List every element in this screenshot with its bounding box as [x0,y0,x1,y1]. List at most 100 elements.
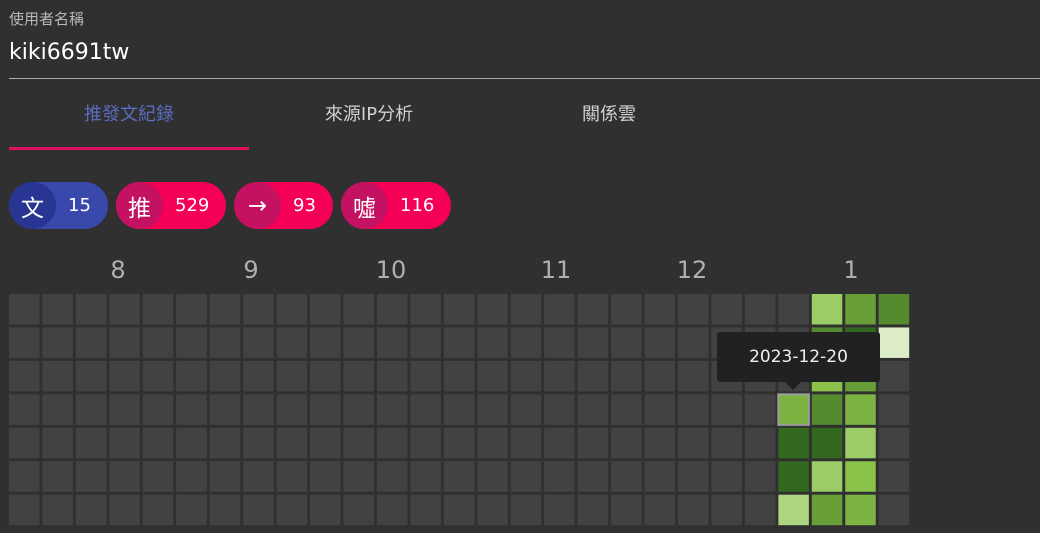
heatmap-cell[interactable] [443,327,475,358]
heatmap-cell[interactable] [477,294,508,325]
heatmap-cell[interactable] [376,327,408,358]
heatmap-cell[interactable] [376,494,408,526]
heatmap-cell[interactable] [109,360,140,392]
heatmap-cell[interactable] [75,494,107,526]
heatmap-cell[interactable] [142,394,174,425]
heatmap-cell[interactable] [678,394,709,425]
heatmap-cell[interactable] [510,494,542,526]
heatmap-cell[interactable] [109,394,140,425]
heatmap-cell[interactable] [9,427,40,459]
heatmap-cell[interactable] [611,327,642,358]
heatmap-cell[interactable] [376,461,408,492]
heatmap-cell[interactable] [142,327,174,358]
heatmap-cell[interactable] [510,360,542,392]
heatmap-cell[interactable] [209,360,241,392]
heatmap-cell[interactable] [443,494,475,526]
heatmap-cell[interactable] [176,294,207,325]
heatmap-cell[interactable] [243,394,274,425]
heatmap-cell[interactable] [744,427,776,459]
heatmap-cell[interactable] [744,494,776,526]
heatmap-cell[interactable] [845,461,876,492]
heatmap-cell[interactable] [443,394,475,425]
heatmap-cell[interactable] [644,294,676,325]
heatmap-cell[interactable] [410,494,441,526]
heatmap-cell[interactable] [777,393,810,426]
heatmap-cell[interactable] [878,360,910,392]
heatmap-cell[interactable] [109,327,140,358]
heatmap-cell[interactable] [310,294,341,325]
heatmap-cell[interactable] [744,394,776,425]
heatmap-cell[interactable] [276,427,308,459]
username-input[interactable]: kiki6691tw [9,40,129,65]
heatmap-cell[interactable] [544,494,575,526]
heatmap-cell[interactable] [477,394,508,425]
heatmap-cell[interactable] [644,327,676,358]
heatmap-cell[interactable] [276,394,308,425]
heatmap-cell[interactable] [276,360,308,392]
heatmap-cell[interactable] [443,461,475,492]
heatmap-cell[interactable] [678,360,709,392]
heatmap-cell[interactable] [142,461,174,492]
heatmap-cell[interactable] [510,294,542,325]
heatmap-cell[interactable] [410,394,441,425]
heatmap-cell[interactable] [209,494,241,526]
heatmap-cell[interactable] [611,394,642,425]
heatmap-cell[interactable] [544,461,575,492]
heatmap-cell[interactable] [176,360,207,392]
heatmap-cell[interactable] [243,327,274,358]
heatmap-cell[interactable] [510,394,542,425]
heatmap-cell[interactable] [577,294,609,325]
heatmap-cell[interactable] [376,394,408,425]
heatmap-cell[interactable] [209,327,241,358]
heatmap-cell[interactable] [142,360,174,392]
heatmap-cell[interactable] [845,494,876,526]
heatmap-cell[interactable] [243,360,274,392]
heatmap-cell[interactable] [477,360,508,392]
heatmap-cell[interactable] [9,327,40,358]
heatmap-cell[interactable] [243,461,274,492]
heatmap-cell[interactable] [276,294,308,325]
heatmap-cell[interactable] [376,427,408,459]
heatmap-cell[interactable] [42,360,73,392]
heatmap-cell[interactable] [611,461,642,492]
heatmap-cell[interactable] [477,327,508,358]
heatmap-cell[interactable] [611,360,642,392]
heatmap-cell[interactable] [477,461,508,492]
heatmap-cell[interactable] [711,461,742,492]
heatmap-cell[interactable] [811,294,843,325]
heatmap-cell[interactable] [75,327,107,358]
heatmap-cell[interactable] [310,360,341,392]
heatmap-cell[interactable] [9,394,40,425]
heatmap-cell[interactable] [9,494,40,526]
heatmap-cell[interactable] [209,294,241,325]
heatmap-cell[interactable] [42,327,73,358]
heatmap-cell[interactable] [811,461,843,492]
heatmap-cell[interactable] [410,360,441,392]
heatmap-cell[interactable] [410,461,441,492]
heatmap-cell[interactable] [510,461,542,492]
heatmap-cell[interactable] [711,394,742,425]
heatmap-cell[interactable] [644,427,676,459]
heatmap-cell[interactable] [678,427,709,459]
heatmap-cell[interactable] [778,461,809,492]
tab-ip-analysis[interactable]: 來源IP分析 [249,102,489,148]
heatmap-cell[interactable] [711,294,742,325]
heatmap-cell[interactable] [410,427,441,459]
heatmap-cell[interactable] [544,327,575,358]
heatmap-cell[interactable] [75,461,107,492]
heatmap-cell[interactable] [611,294,642,325]
heatmap-cell[interactable] [343,360,375,392]
heatmap-cell[interactable] [410,327,441,358]
heatmap-cell[interactable] [343,394,375,425]
heatmap-cell[interactable] [611,494,642,526]
heatmap-cell[interactable] [176,461,207,492]
heatmap-cell[interactable] [811,394,843,425]
heatmap-cell[interactable] [343,494,375,526]
heatmap-cell[interactable] [176,327,207,358]
heatmap-cell[interactable] [109,494,140,526]
heatmap-cell[interactable] [544,294,575,325]
heatmap-cell[interactable] [443,427,475,459]
heatmap-cell[interactable] [209,461,241,492]
heatmap-cell[interactable] [310,394,341,425]
heatmap-cell[interactable] [577,327,609,358]
